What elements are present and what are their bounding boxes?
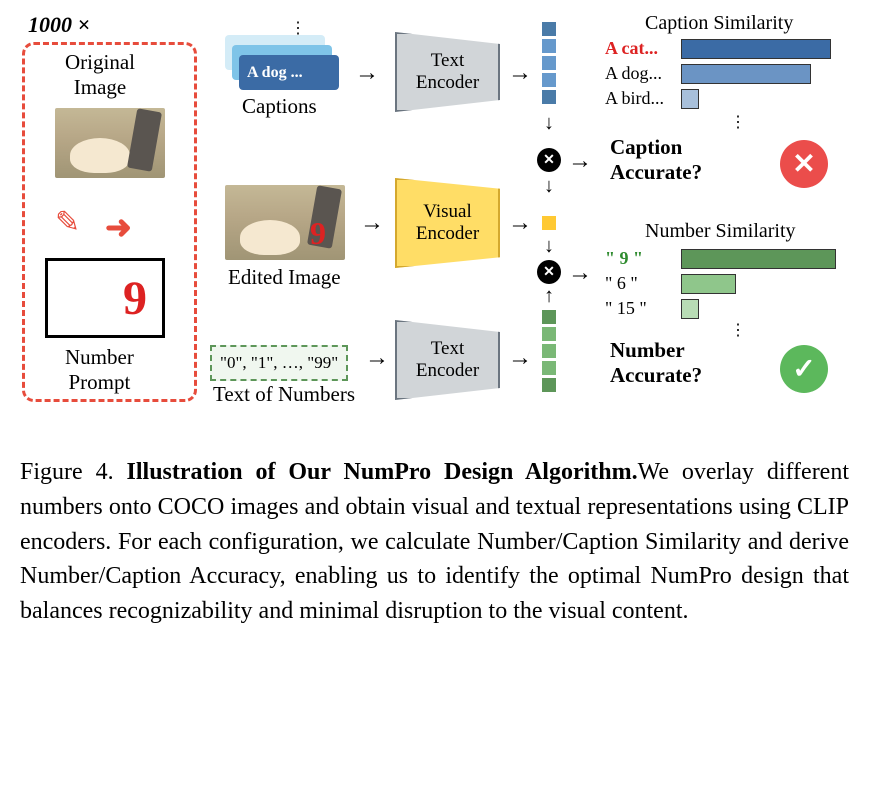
caption-card-main: A dog ... xyxy=(239,55,339,90)
arrow-icon: → xyxy=(355,60,379,87)
arrow-icon: → xyxy=(568,260,592,287)
original-image-label: Original Image xyxy=(65,50,135,100)
bar xyxy=(681,274,736,294)
down-arrow-icon: ↓ xyxy=(544,235,554,258)
bar xyxy=(681,249,836,269)
vdots-icon: ⋮ xyxy=(730,320,746,340)
text-numbers-content: "0", "1", …, "99" xyxy=(220,353,338,372)
figure-label: Figure 4. xyxy=(20,459,114,485)
visual-encoder: Visual Encoder xyxy=(395,178,500,268)
multiply-icon: ✕ xyxy=(537,260,561,284)
text-encoder-top: Text Encoder xyxy=(395,32,500,112)
pencil-icon: ✎ xyxy=(55,205,80,240)
edited-image-label: Edited Image xyxy=(228,265,341,290)
number-sim-chart: " 9 " " 6 " " 15 " xyxy=(605,248,836,323)
arrow-icon: → xyxy=(568,148,592,175)
arrow-icon: → xyxy=(365,345,389,372)
down-arrow-icon: ↓ xyxy=(544,175,554,198)
edited-overlay-number: 9 xyxy=(310,215,326,252)
bar-label: " 15 " xyxy=(605,298,675,319)
diagram-container: 1000 × Original Image ✎ ➜ 9 Number Promp… xyxy=(10,10,859,440)
text-embedding-top xyxy=(542,22,556,104)
arrow-icon: → xyxy=(508,345,532,372)
number-prompt-box: 9 xyxy=(45,258,165,338)
number-prompt-value: 9 xyxy=(123,271,147,326)
number-accurate-question: Number Accurate? xyxy=(610,338,702,388)
number-sim-title: Number Similarity xyxy=(645,220,796,243)
text-numbers-box: "0", "1", …, "99" xyxy=(210,345,348,381)
up-arrow-icon: ↓ xyxy=(544,285,554,308)
bar-label: " 6 " xyxy=(605,273,675,294)
original-image xyxy=(55,108,165,178)
bar xyxy=(681,89,699,109)
caption-sim-title: Caption Similarity xyxy=(645,12,793,35)
iteration-label: 1000 × xyxy=(28,12,90,38)
caption-accurate-question: Caption Accurate? xyxy=(610,135,702,185)
figure-caption-bold: Illustration of Our NumPro Design Algori… xyxy=(127,459,638,485)
bar-label: A bird... xyxy=(605,88,675,109)
bar xyxy=(681,39,831,59)
number-prompt-label: Number Prompt xyxy=(65,345,134,395)
bar xyxy=(681,64,811,84)
edited-image xyxy=(225,185,345,260)
arrow-icon: → xyxy=(360,210,384,237)
check-icon: ✓ xyxy=(780,345,828,393)
caption-main-text: A dog ... xyxy=(247,64,303,82)
multiply-icon: ✕ xyxy=(537,148,561,172)
text-encoder-bottom: Text Encoder xyxy=(395,320,500,400)
arrow-icon: → xyxy=(508,60,532,87)
bar xyxy=(681,299,699,319)
vdots-icon: ⋮ xyxy=(730,112,746,132)
visual-embedding xyxy=(542,216,556,230)
bar-label: A dog... xyxy=(605,63,675,84)
captions-label: Captions xyxy=(242,94,317,119)
text-embedding-bottom xyxy=(542,310,556,392)
combine-arrow-icon: ➜ xyxy=(105,208,132,246)
bar-label: A cat... xyxy=(605,38,675,59)
text-numbers-label: Text of Numbers xyxy=(213,382,355,407)
down-arrow-icon: ↓ xyxy=(544,112,554,135)
caption-sim-chart: A cat... A dog... A bird... xyxy=(605,38,831,113)
cross-icon: ✕ xyxy=(780,140,828,188)
bar-label: " 9 " xyxy=(605,248,675,269)
figure-caption: Figure 4. Illustration of Our NumPro Des… xyxy=(10,455,859,629)
arrow-icon: → xyxy=(508,210,532,237)
